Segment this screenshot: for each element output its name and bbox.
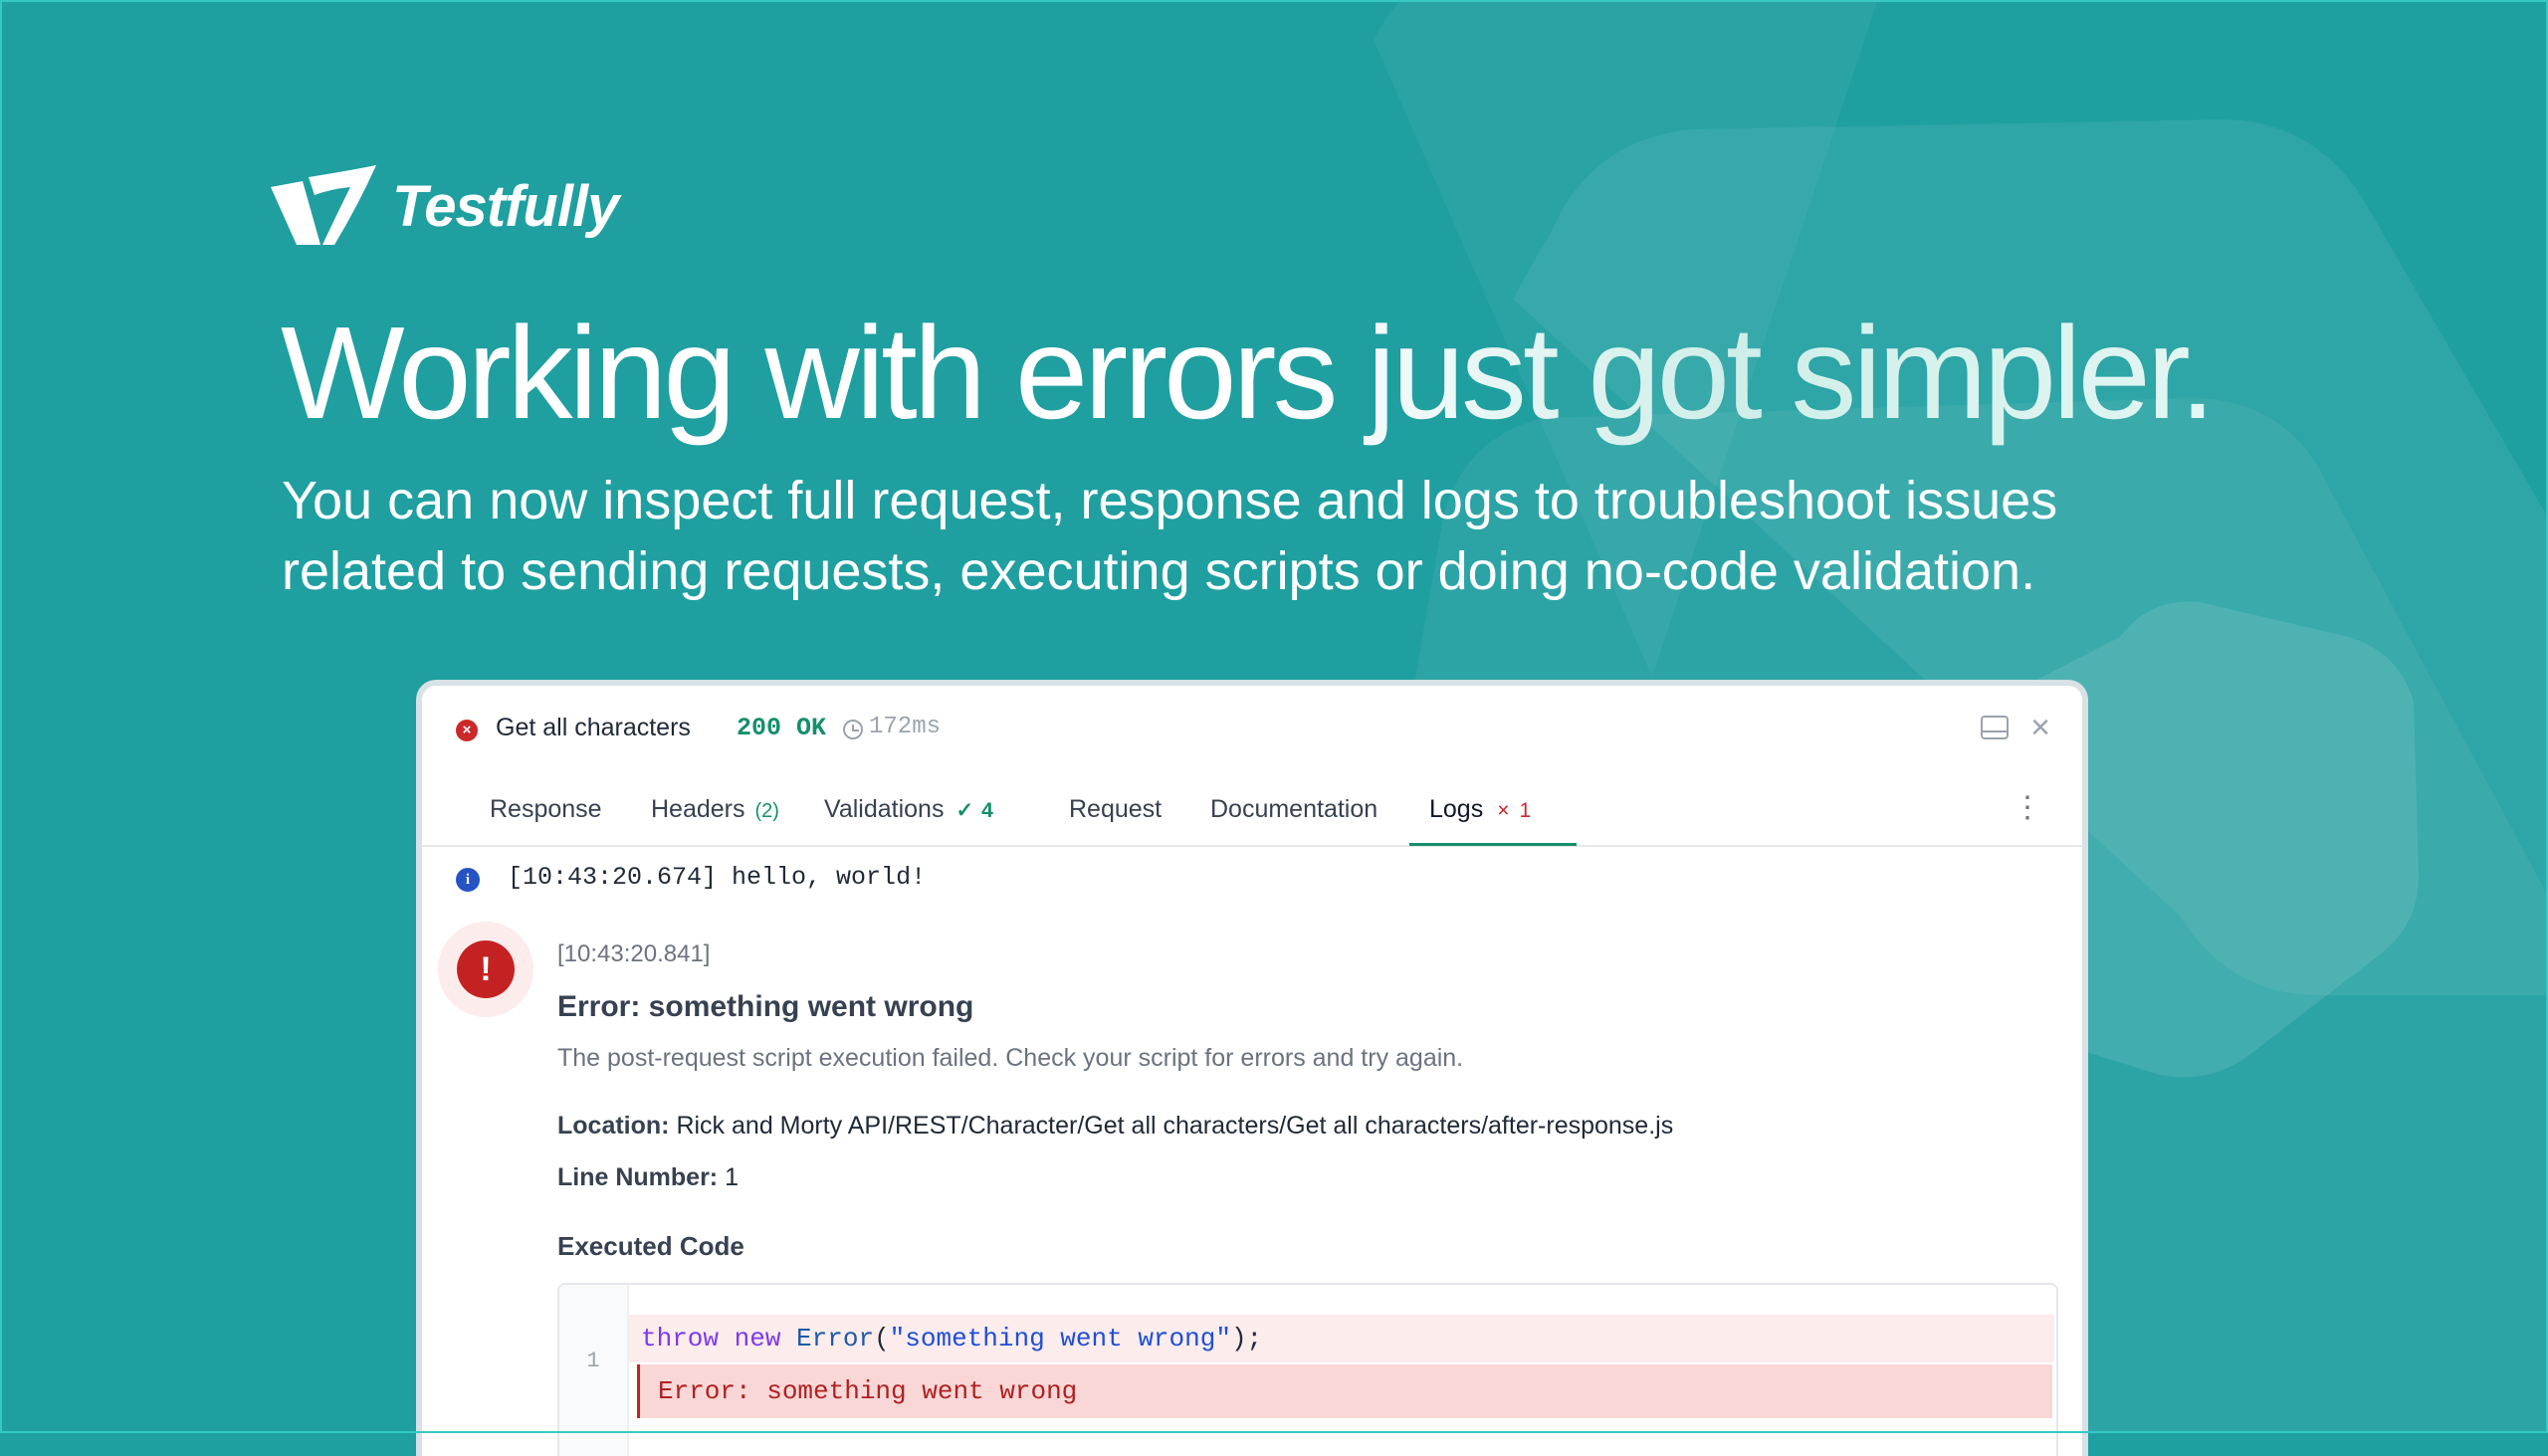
error-location: Location: Rick and Morty API/REST/Charac… [557,1112,1673,1141]
subheadline: You can now inspect full request, respon… [282,466,2272,607]
executed-code-heading: Executed Code [557,1231,744,1261]
tab-label: Validations [824,795,945,823]
tab-label: Logs [1429,795,1484,823]
code-line: throw new Error("something went wrong"); [629,1315,2054,1362]
tab-logs[interactable]: Logs × 1 [1429,775,1531,845]
tab-response[interactable]: Response [490,775,602,845]
error-circle-icon: × [456,720,478,741]
tab-validations[interactable]: Validations ✓ 4 [824,775,993,845]
inline-error-message: Error: something went wrong [637,1364,2052,1418]
request-name: Get all characters [496,714,691,741]
tab-headers[interactable]: Headers (2) [651,775,779,845]
code-keyword: throw [641,1324,720,1353]
log-entry-info: [10:43:20.674] hello, world! [508,863,927,892]
panel-header: × Get all characters 200 OK 172ms × [422,686,2082,775]
info-icon: i [456,868,480,892]
tab-label: Request [1069,795,1163,823]
logs-error-count: 1 [1519,799,1532,822]
validations-count: 4 [981,799,993,822]
error-description: The post-request script execution failed… [557,1044,1464,1072]
tab-label: Documentation [1210,795,1379,823]
kebab-menu-icon[interactable]: ⋮ [2013,793,2042,823]
error-timestamp: [10:43:20.841] [557,940,711,967]
response-time: 172ms [869,714,942,740]
subheadline-line-1: You can now inspect full request, respon… [282,471,2058,530]
clock-icon [843,720,863,739]
code-function: Error [796,1324,875,1353]
error-title: Error: something went wrong [557,990,974,1023]
line-number-value: 1 [725,1163,739,1191]
code-keyword: new [734,1324,781,1353]
check-icon: ✓ [956,799,974,822]
location-label: Location: [557,1112,670,1140]
brand-logo: Testfully [269,165,619,247]
code-line-number: 1 [586,1349,600,1373]
error-x-icon: × [1497,799,1510,822]
testfully-logo-icon [271,165,376,245]
headline: Working with errors just got simpler. [281,294,2216,453]
tab-label: Headers [651,795,745,823]
line-number-label: Line Number: [557,1163,719,1191]
tab-request[interactable]: Request [1069,775,1162,845]
headers-count-badge: (2) [754,800,779,822]
code-viewer: 1 throw new Error("something went wrong"… [557,1283,2058,1456]
code-punct: ( [874,1324,890,1353]
close-icon[interactable]: × [2030,708,2050,747]
panel-tabs: Response Headers (2) Validations ✓ 4 Reques… [422,775,2082,847]
status-code: 200 OK [737,714,827,742]
error-alert-icon: ! [457,940,515,998]
brand-name: Testfully [392,173,619,239]
dock-panel-icon[interactable] [1981,716,2009,739]
tab-documentation[interactable]: Documentation [1210,775,1378,845]
error-line-number: Line Number: 1 [557,1163,739,1192]
subheadline-line-2: related to sending requests, executing s… [282,541,2036,601]
code-punct: ); [1230,1324,1263,1353]
tab-label: Response [490,795,602,823]
location-value: Rick and Morty API/REST/Character/Get al… [676,1112,1674,1140]
response-panel: × Get all characters 200 OK 172ms × Resp… [416,680,2088,1456]
active-tab-indicator [1409,843,1577,846]
code-string: "something went wrong" [889,1324,1231,1353]
